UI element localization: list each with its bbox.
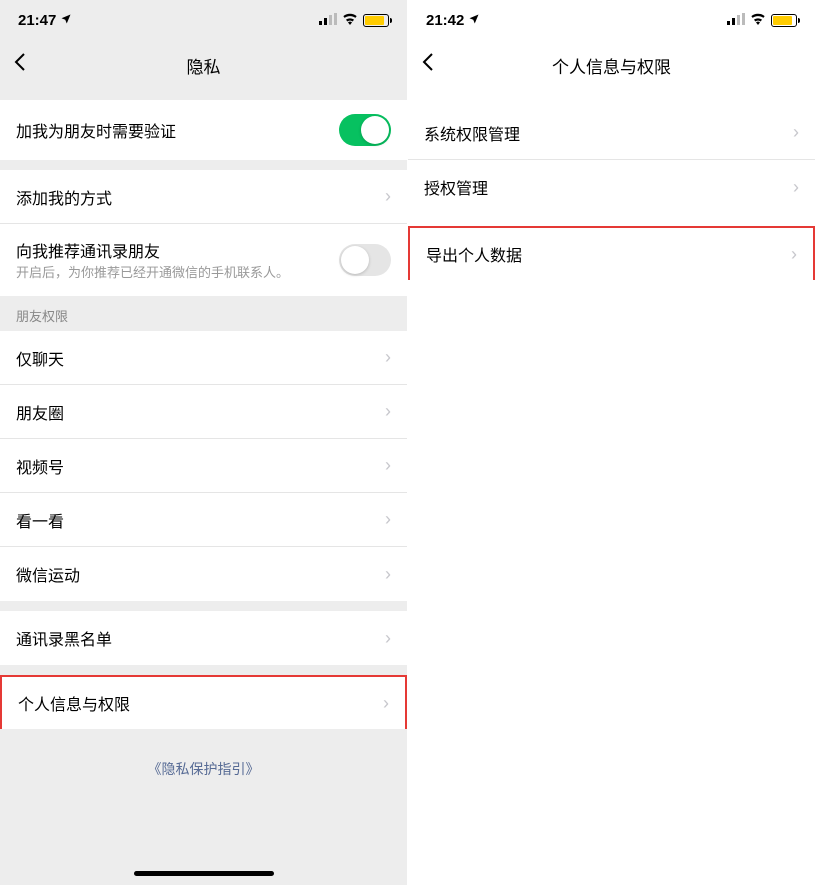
chevron-right-icon: › xyxy=(385,186,391,207)
row-label: 看一看 xyxy=(16,508,377,532)
row-label: 授权管理 xyxy=(424,175,785,199)
chevron-right-icon: › xyxy=(385,347,391,368)
row-recommend-contacts[interactable]: 向我推荐通讯录朋友 开启后，为你推荐已经开通微信的手机联系人。 xyxy=(0,224,407,296)
row-label: 向我推荐通讯录朋友 xyxy=(16,238,339,262)
row-blocklist[interactable]: 通讯录黑名单 › xyxy=(0,611,407,665)
chevron-right-icon: › xyxy=(385,455,391,476)
row-add-method[interactable]: 添加我的方式 › xyxy=(0,170,407,224)
row-label: 微信运动 xyxy=(16,562,377,586)
toggle-recommend[interactable] xyxy=(339,244,391,276)
chevron-right-icon: › xyxy=(793,177,799,198)
signal-icon xyxy=(319,12,337,29)
wifi-icon xyxy=(342,12,358,29)
row-channels[interactable]: 视频号 › xyxy=(0,439,407,493)
row-label: 导出个人数据 xyxy=(426,242,783,266)
row-subtitle: 开启后，为你推荐已经开通微信的手机联系人。 xyxy=(16,265,339,282)
status-time: 21:47 xyxy=(18,12,56,29)
row-label: 个人信息与权限 xyxy=(18,691,375,715)
row-werun[interactable]: 微信运动 › xyxy=(0,547,407,601)
row-label: 加我为朋友时需要验证 xyxy=(16,118,339,142)
status-time: 21:42 xyxy=(426,12,464,29)
battery-icon xyxy=(771,14,797,27)
row-label: 视频号 xyxy=(16,454,377,478)
signal-icon xyxy=(727,12,745,29)
back-button[interactable] xyxy=(14,51,38,79)
chevron-right-icon: › xyxy=(793,122,799,143)
row-label: 通讯录黑名单 xyxy=(16,626,377,650)
row-topstories[interactable]: 看一看 › xyxy=(0,493,407,547)
row-moments[interactable]: 朋友圈 › xyxy=(0,385,407,439)
right-phone-screen: 21:42 个人信息与权限 系统权限管理 › xyxy=(408,0,816,885)
back-button[interactable] xyxy=(422,51,446,79)
chevron-right-icon: › xyxy=(383,693,389,714)
chevron-right-icon: › xyxy=(385,401,391,422)
row-label: 仅聊天 xyxy=(16,346,377,370)
row-export-data-highlighted[interactable]: 导出个人数据 › xyxy=(408,226,815,280)
row-label: 系统权限管理 xyxy=(424,121,785,145)
home-indicator[interactable] xyxy=(134,871,274,876)
wifi-icon xyxy=(750,12,766,29)
page-title: 个人信息与权限 xyxy=(552,53,671,78)
row-personal-info-highlighted[interactable]: 个人信息与权限 › xyxy=(0,675,407,729)
location-arrow-icon xyxy=(60,13,72,28)
chevron-right-icon: › xyxy=(385,509,391,530)
section-header-friends: 朋友权限 xyxy=(0,296,407,331)
row-friend-verify[interactable]: 加我为朋友时需要验证 xyxy=(0,100,407,160)
chevron-right-icon: › xyxy=(385,628,391,649)
status-bar: 21:42 xyxy=(408,0,815,40)
battery-icon xyxy=(363,14,389,27)
row-system-permissions[interactable]: 系统权限管理 › xyxy=(408,106,815,160)
row-label: 朋友圈 xyxy=(16,400,377,424)
row-chat-only[interactable]: 仅聊天 › xyxy=(0,331,407,385)
status-bar: 21:47 xyxy=(0,0,407,40)
page-title: 隐私 xyxy=(187,53,221,78)
location-arrow-icon xyxy=(468,13,480,28)
privacy-guide-link[interactable]: 《隐私保护指引》 xyxy=(0,729,407,789)
nav-bar: 个人信息与权限 xyxy=(408,40,815,90)
chevron-right-icon: › xyxy=(385,564,391,585)
row-authorization[interactable]: 授权管理 › xyxy=(408,160,815,214)
chevron-right-icon: › xyxy=(791,244,797,265)
left-phone-screen: 21:47 隐私 加我为朋友时需要验证 xyxy=(0,0,408,885)
toggle-friend-verify[interactable] xyxy=(339,114,391,146)
nav-bar: 隐私 xyxy=(0,40,407,90)
row-label: 添加我的方式 xyxy=(16,185,377,209)
